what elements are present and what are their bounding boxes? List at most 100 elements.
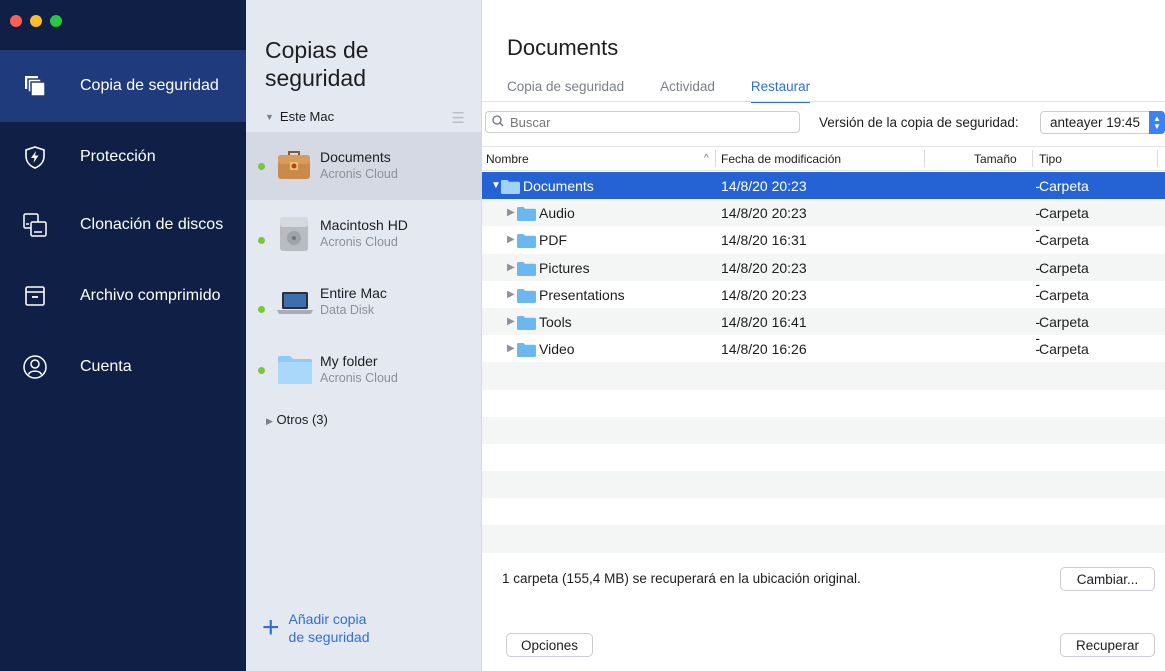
file-modified: 14/8/20 16:26 <box>721 341 807 358</box>
search-input[interactable] <box>508 113 782 131</box>
menu-lines-icon[interactable]: ☰ <box>452 109 465 127</box>
add-backup-label: Añadir copia de seguridad <box>289 610 370 646</box>
section-header-this-mac[interactable]: ▼ Este Mac ☰ <box>265 109 465 127</box>
add-backup-button[interactable]: + Añadir copia de seguridad <box>262 610 369 646</box>
hard-drive-icon <box>276 214 312 259</box>
file-type: Carpeta <box>1039 178 1089 194</box>
disclosure-right-icon[interactable]: ▶ <box>507 316 515 327</box>
add-backup-label-line2: de seguridad <box>288 629 370 645</box>
backup-location: Data Disk <box>320 303 375 317</box>
column-header-name[interactable]: Nombre <box>486 152 529 166</box>
status-ok-dot <box>258 237 265 244</box>
disclosure-right-icon[interactable]: ▶ <box>507 207 515 218</box>
backup-location: Acronis Cloud <box>320 235 398 249</box>
file-row[interactable]: ▶ Tools 14/8/20 16:41 -- Carpeta <box>482 307 1165 346</box>
disclosure-right-icon[interactable]: ▶ <box>507 262 515 273</box>
tab-backup[interactable]: Copia de seguridad <box>507 79 624 103</box>
nav-item-label: Copia de seguridad <box>80 77 219 94</box>
recover-button[interactable]: Recuperar <box>1060 633 1155 657</box>
close-window-button[interactable] <box>10 15 22 27</box>
backup-item-documents[interactable]: Documents Acronis Cloud <box>246 132 481 200</box>
main-navigation: Copia de seguridad Protección Clonación … <box>0 0 246 671</box>
column-header-modified[interactable]: Fecha de modificación <box>721 152 841 166</box>
tab-activity[interactable]: Actividad <box>660 79 715 103</box>
backup-item-macintosh-hd[interactable]: Macintosh HD Acronis Cloud <box>246 200 481 268</box>
folder-icon <box>276 352 314 391</box>
empty-row <box>482 498 1165 525</box>
nav-item-archive[interactable]: Archivo comprimido <box>0 260 246 332</box>
archive-box-icon <box>22 283 48 309</box>
empty-row <box>482 416 1165 444</box>
others-label: Otros (3) <box>276 412 328 427</box>
file-row[interactable]: ▶Video14/8/20 16:26--Carpeta <box>482 335 1165 373</box>
disclosure-right-icon: ▶ <box>266 416 273 426</box>
change-location-button[interactable]: Cambiar... <box>1060 567 1155 591</box>
plus-icon: + <box>262 611 280 644</box>
nav-item-protection[interactable]: Protección <box>0 121 246 193</box>
file-row[interactable]: ▶PDF14/8/20 16:31--Carpeta <box>482 226 1165 264</box>
file-modified: 14/8/20 16:41 <box>721 313 807 330</box>
add-backup-label-line1: Añadir copia <box>288 611 367 627</box>
tab-restore[interactable]: Restaurar <box>750 79 811 103</box>
options-button[interactable]: Opciones <box>506 633 593 657</box>
nav-item-account[interactable]: Cuenta <box>0 331 246 403</box>
backup-name: Macintosh HD <box>320 217 408 233</box>
file-row[interactable]: ▶ Pictures 14/8/20 20:23 -- Carpeta <box>482 253 1165 292</box>
file-row[interactable]: ▼Documents14/8/20 20:23--Carpeta <box>482 172 1165 210</box>
disclosure-right-icon[interactable]: ▶ <box>507 289 515 300</box>
minimize-window-button[interactable] <box>30 15 42 27</box>
briefcase-icon <box>276 148 312 187</box>
file-row[interactable]: ▶ Audio 14/8/20 20:23 -- Carpeta <box>482 199 1165 237</box>
search-icon <box>492 114 504 130</box>
backup-list-title: Copias de seguridad <box>265 36 369 92</box>
nav-item-label: Protección <box>80 148 156 165</box>
version-label: Versión de la copia de seguridad: <box>819 115 1019 130</box>
column-header-type[interactable]: Tipo <box>1039 152 1062 166</box>
column-separator <box>1032 150 1033 167</box>
disclosure-right-icon[interactable]: ▶ <box>507 234 515 245</box>
column-separator <box>924 150 925 167</box>
file-name: Documents <box>523 178 594 194</box>
file-type: Carpeta <box>1039 286 1089 303</box>
column-header-size[interactable]: Tamaño <box>974 152 1017 166</box>
file-type: Carpeta <box>1039 259 1089 276</box>
folder-icon <box>517 288 536 304</box>
empty-row <box>482 471 1165 499</box>
backup-item-entire-mac[interactable]: Entire Mac Data Disk <box>246 268 481 336</box>
file-row[interactable]: ▶Presentations14/8/20 20:23--Carpeta <box>482 281 1165 319</box>
backup-name: My folder <box>320 353 378 369</box>
backup-item-my-folder[interactable]: My folder Acronis Cloud <box>246 336 481 404</box>
file-type: Carpeta <box>1039 313 1089 330</box>
file-name: Audio <box>539 205 575 222</box>
page-title: Documents <box>507 35 619 60</box>
backup-list-panel: Copias de seguridad ▼ Este Mac ☰ Document… <box>246 0 482 671</box>
disclosure-down-icon[interactable]: ▼ <box>491 180 501 191</box>
file-modified: 14/8/20 16:31 <box>721 232 807 249</box>
window-controls <box>10 15 62 27</box>
tab-bar: Copia de seguridad Actividad Restaurar <box>507 79 846 103</box>
status-ok-dot <box>258 367 265 374</box>
disclosure-right-icon[interactable]: ▶ <box>507 343 515 354</box>
file-name: PDF <box>539 232 567 249</box>
empty-row <box>482 390 1165 417</box>
zoom-window-button[interactable] <box>50 15 62 27</box>
empty-row <box>482 525 1165 553</box>
file-name: Tools <box>539 313 572 330</box>
backup-name: Documents <box>320 149 391 165</box>
file-modified: 14/8/20 20:23 <box>721 286 807 303</box>
version-select[interactable]: anteayer 19:45 ▲ ▼ <box>1040 111 1165 134</box>
stepper-arrows-icon: ▲ ▼ <box>1149 111 1165 134</box>
folder-icon <box>501 179 520 195</box>
file-type: Carpeta <box>1039 341 1089 358</box>
folder-icon <box>517 315 536 331</box>
search-box[interactable] <box>485 111 800 133</box>
disk-clone-icon <box>22 212 48 238</box>
others-group[interactable]: ▶ Otros (3) <box>266 412 328 427</box>
file-name: Presentations <box>539 286 625 303</box>
file-table-body: ▼Documents14/8/20 20:23--Carpeta▶Audio14… <box>482 172 1165 553</box>
empty-row <box>482 362 1165 390</box>
empty-row <box>482 444 1165 471</box>
restore-panel: Documents Copia de seguridad Actividad R… <box>482 0 1165 671</box>
nav-item-backup[interactable]: Copia de seguridad <box>0 50 246 122</box>
nav-item-disk-clone[interactable]: Clonación de discos <box>0 189 246 261</box>
